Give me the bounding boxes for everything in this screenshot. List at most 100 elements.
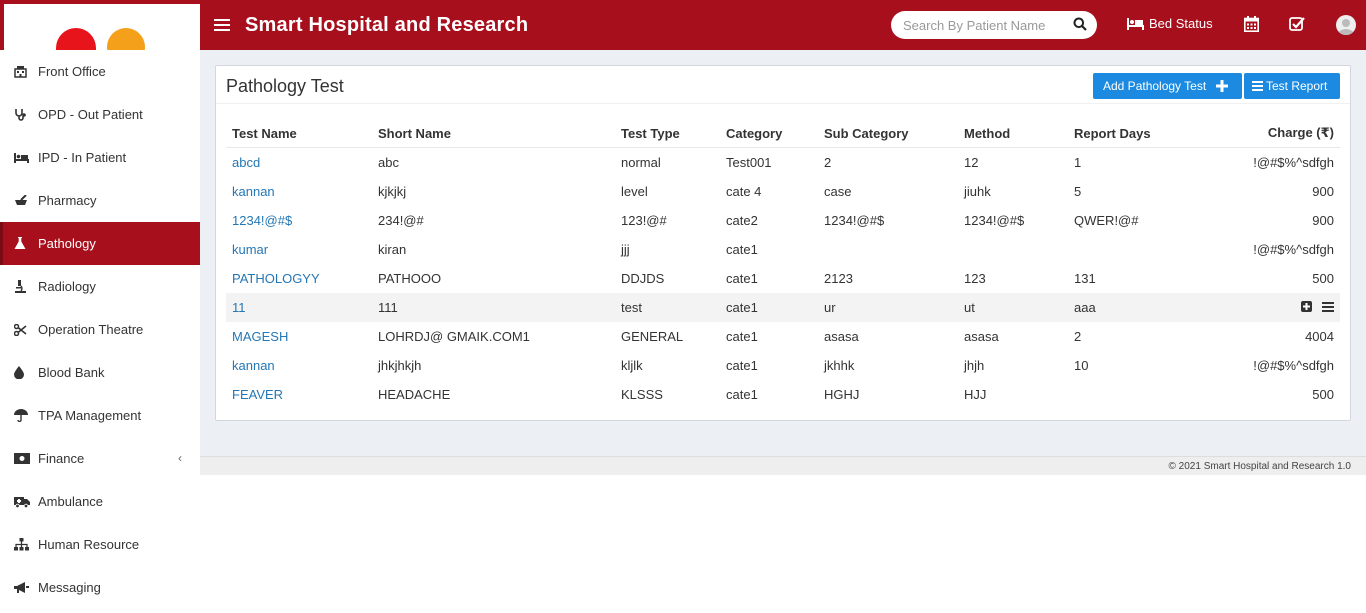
sidebar-item-human-resource[interactable]: Human Resource (0, 523, 200, 566)
add-pathology-test-button[interactable]: Add Pathology Test (1093, 73, 1242, 99)
table-cell: 500 (1312, 270, 1334, 286)
table-cell: Test001 (726, 154, 772, 170)
sidebar-item-messaging[interactable]: Messaging (0, 566, 200, 609)
test-name-link[interactable]: MAGESH (226, 322, 372, 351)
chevron-left-icon[interactable]: ‹ (178, 451, 182, 465)
sidebar-item-opd[interactable]: OPD - Out Patient (0, 93, 200, 136)
table-header-row: Test Name Short Name Test Type Category … (226, 118, 1340, 148)
test-name-link[interactable]: abcd (226, 148, 372, 177)
sidebar-item-finance[interactable]: Finance ‹ (0, 437, 200, 480)
add-pathology-test-label: Add Pathology Test (1103, 79, 1207, 93)
table-cell: jiuhk (964, 183, 991, 199)
table-cell: case (824, 183, 852, 199)
column-header[interactable]: Charge (₹) (1208, 118, 1340, 148)
table-cell: 234!@# (378, 212, 424, 228)
table-cell: QWER!@# (1074, 212, 1139, 228)
table-row[interactable]: 1234!@#$ 234!@# 123!@# cate2 1234!@#$ 1234!@#… (226, 206, 1340, 235)
sidebar-item-pathology[interactable]: Pathology (0, 222, 200, 265)
column-header[interactable]: Method (958, 118, 1068, 148)
table-cell (1208, 292, 1340, 322)
column-header[interactable]: Category (720, 118, 818, 148)
table-cell: cate1 (720, 292, 818, 322)
table-row[interactable]: kannan jhkjhkjh kljlk cate1 jkhhk jhjh 10 !@#$%… (226, 351, 1340, 380)
logo-red-circle (56, 28, 96, 50)
app-title[interactable]: Smart Hospital and Research (245, 14, 528, 37)
column-header[interactable]: Report Days (1068, 118, 1208, 148)
table-cell: cate1 (726, 270, 758, 286)
ambulance-icon (14, 496, 38, 508)
add-icon[interactable] (1301, 300, 1312, 315)
table-cell: asasa (824, 328, 859, 344)
test-name-link[interactable]: PATHOLOGYY (226, 264, 372, 293)
menu-icon[interactable] (1322, 300, 1334, 315)
user-avatar[interactable] (1336, 15, 1356, 35)
table-row[interactable]: FEAVER HEADACHE KLSSS cate1 HGHJ HJJ 500 (226, 380, 1340, 409)
table-cell: !@#$%^sdfgh (1253, 154, 1334, 170)
table-cell: 5 (1074, 183, 1082, 199)
main-content: Pathology Test Add Pathology Test Test R… (200, 50, 1366, 456)
sidebar-item-operation-theatre[interactable]: Operation Theatre (0, 308, 200, 351)
table-row[interactable]: 11 111 test cate1 ur ut aaa (226, 292, 1340, 322)
test-name-link[interactable]: FEAVER (226, 380, 372, 409)
column-header[interactable]: Test Type (615, 118, 720, 148)
table-cell: ur (818, 292, 958, 322)
patient-search (891, 11, 1097, 39)
column-header[interactable]: Sub Category (818, 118, 958, 148)
table-cell: jjj (621, 241, 630, 257)
table-cell: kjkjkj (378, 183, 407, 199)
test-name-link[interactable]: kannan (226, 177, 372, 206)
test-report-button[interactable]: Test Report (1244, 73, 1340, 99)
flask-icon (14, 237, 38, 250)
table-row[interactable]: abcd abc normal Test001 2 12 1 !@#$%^sdfgh (226, 148, 1340, 177)
test-name-link[interactable]: 1234!@#$ (226, 206, 372, 235)
test-name-link[interactable]: 11 (226, 292, 372, 322)
table-cell: 1234!@#$ (824, 212, 885, 228)
table-cell: jkhhk (824, 357, 855, 373)
table-cell: LOHRDJ@ GMAIK.COM1 (378, 328, 530, 344)
sidebar-item-ambulance[interactable]: Ambulance (0, 480, 200, 523)
logo[interactable] (0, 0, 200, 50)
money-icon (14, 453, 38, 464)
table-cell: asasa (964, 328, 999, 344)
sidebar-item-ipd[interactable]: IPD - In Patient (0, 136, 200, 179)
sidebar-item-label: TPA Management (38, 408, 142, 423)
sidebar-item-pharmacy[interactable]: Pharmacy (0, 179, 200, 222)
table-row[interactable]: kannan kjkjkj level cate 4 case jiuhk 5 900 (226, 177, 1340, 206)
list-icon (1252, 79, 1263, 93)
sidebar-item-label: Pharmacy (38, 193, 97, 208)
pathology-test-panel: Pathology Test Add Pathology Test Test R… (215, 65, 1351, 421)
scissors-icon (14, 323, 38, 336)
table-cell: 2123 (824, 270, 853, 286)
sidebar: Front Office OPD - Out Patient IPD - In … (0, 0, 200, 613)
microscope-icon (14, 280, 38, 293)
table-row[interactable]: PATHOLOGYY PATHOOO DDJDS cate1 2123 123 131 500 (226, 264, 1340, 293)
table-cell: 1 (1074, 154, 1082, 170)
checkbox-tasks-icon[interactable] (1289, 16, 1306, 37)
sidebar-item-radiology[interactable]: Radiology (0, 265, 200, 308)
calendar-icon[interactable] (1244, 16, 1259, 37)
column-header[interactable]: Test Name (226, 118, 372, 148)
sidebar-item-front-office[interactable]: Front Office (0, 50, 200, 93)
sidebar-item-label: Blood Bank (38, 365, 105, 380)
table-row[interactable]: kumar kiran jjj cate1 !@#$%^sdfgh (226, 235, 1340, 264)
menu-toggle-icon[interactable] (214, 16, 230, 34)
table-cell: kljlk (621, 357, 643, 373)
test-name-link[interactable]: kannan (226, 351, 372, 380)
search-icon[interactable] (1073, 17, 1087, 36)
table-cell: cate1 (726, 241, 758, 257)
sidebar-item-label: Ambulance (38, 494, 104, 509)
sidebar-item-blood-bank[interactable]: Blood Bank (0, 351, 200, 394)
sidebar-item-label: Front Office (38, 64, 106, 79)
sidebar-item-label: Radiology (38, 279, 96, 294)
table-row[interactable]: MAGESH LOHRDJ@ GMAIK.COM1 GENERAL cate1 asas… (226, 322, 1340, 351)
table-cell: test (615, 292, 720, 322)
sidebar-item-tpa-management[interactable]: TPA Management (0, 394, 200, 437)
logo-orange-circle (107, 28, 145, 50)
test-name-link[interactable]: kumar (226, 235, 372, 264)
panel-header: Pathology Test Add Pathology Test Test R… (216, 66, 1350, 104)
bed-status-label: Bed Status (1149, 16, 1213, 31)
column-header[interactable]: Short Name (372, 118, 615, 148)
bed-status-button[interactable]: Bed Status (1127, 16, 1213, 31)
search-input[interactable] (903, 17, 1063, 33)
stethoscope-icon (14, 108, 38, 121)
